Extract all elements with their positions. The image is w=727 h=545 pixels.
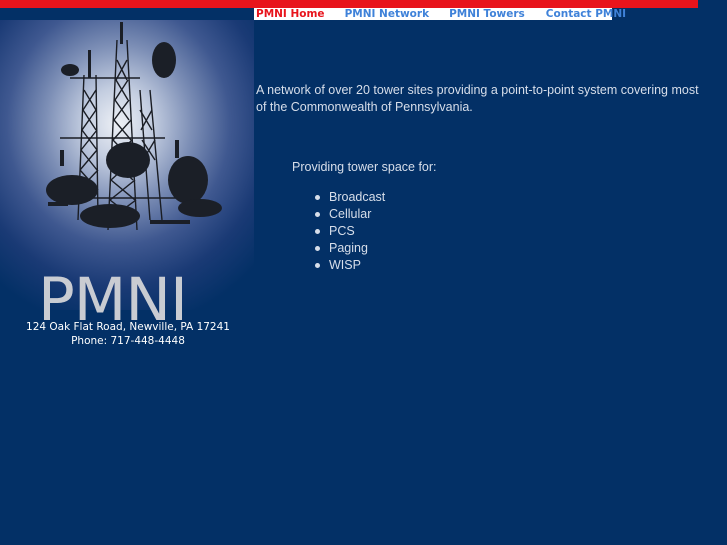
page: PMNI Home PMNI Network PMNI Towers Conta…: [0, 0, 727, 545]
bullet-icon: [315, 229, 320, 234]
list-item: WISP: [315, 257, 385, 274]
address-text: 124 Oak Flat Road, Newville, PA 17241: [26, 321, 230, 333]
main-nav: PMNI Home PMNI Network PMNI Towers Conta…: [254, 8, 626, 20]
list-item: Cellular: [315, 206, 385, 223]
contact-block: 124 Oak Flat Road, Newville, PA 17241 Ph…: [0, 320, 256, 348]
brand-logo-text: PMNI: [38, 265, 188, 321]
nav-contact-link[interactable]: Contact PMNI: [546, 8, 626, 20]
bullet-icon: [315, 263, 320, 268]
bullet-icon: [315, 212, 320, 217]
nav-towers-link[interactable]: PMNI Towers: [449, 8, 525, 20]
phone-text: Phone: 717-448-4448: [71, 335, 185, 347]
bullet-icon: [315, 195, 320, 200]
services-list: Broadcast Cellular PCS Paging WISP: [315, 189, 385, 274]
nav-home-link[interactable]: PMNI Home: [256, 8, 325, 20]
top-bar-gap: [698, 0, 727, 8]
top-red-bar: [0, 0, 698, 8]
nav-network-link[interactable]: PMNI Network: [345, 8, 430, 20]
service-label: PCS: [329, 224, 355, 238]
bullet-icon: [315, 246, 320, 251]
list-item: Broadcast: [315, 189, 385, 206]
list-item: PCS: [315, 223, 385, 240]
intro-paragraph: A network of over 20 tower sites providi…: [256, 83, 699, 114]
service-label: Paging: [329, 241, 368, 255]
radio-tower-image: PMNI: [0, 20, 254, 320]
service-label: WISP: [329, 258, 361, 272]
providing-label: Providing tower space for:: [292, 160, 437, 174]
service-label: Broadcast: [329, 190, 386, 204]
service-label: Cellular: [329, 207, 372, 221]
list-item: Paging: [315, 240, 385, 257]
